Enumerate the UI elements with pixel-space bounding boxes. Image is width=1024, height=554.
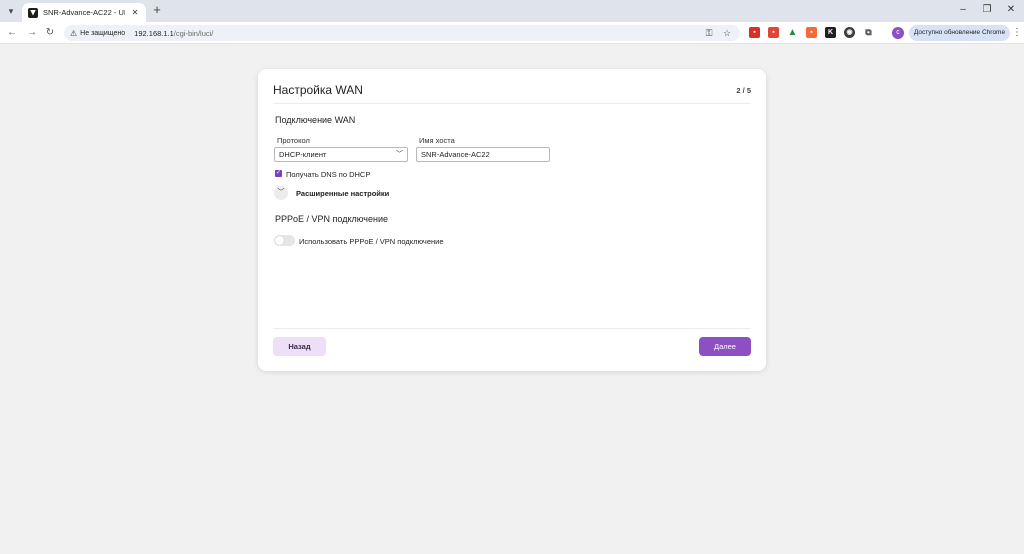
browser-menu-icon[interactable]: ⋮ bbox=[1012, 26, 1022, 40]
footer-divider bbox=[273, 328, 751, 329]
warning-icon[interactable]: ⚠ bbox=[70, 29, 77, 38]
switch-knob bbox=[275, 236, 284, 245]
tab-search-icon[interactable]: ▾ bbox=[4, 4, 18, 18]
header-divider bbox=[273, 103, 751, 104]
browser-tab[interactable]: SNR-Advance-AC22 - UI ✕ bbox=[22, 3, 146, 22]
red-extension-icon[interactable]: ▪ bbox=[768, 27, 779, 38]
password-key-icon[interactable]: ⚿ bbox=[702, 26, 716, 40]
dns-checkbox[interactable]: ✓ bbox=[275, 170, 282, 177]
back-arrow-icon[interactable]: ← bbox=[5, 26, 19, 40]
advanced-settings-toggle[interactable]: Расширенные настройки bbox=[296, 189, 389, 198]
page-title: Настройка WAN bbox=[273, 83, 363, 97]
wan-section-title: Подключение WAN bbox=[275, 115, 356, 125]
hostname-label: Имя хоста bbox=[419, 136, 455, 145]
url-path: /cgi-bin/luci/ bbox=[173, 28, 214, 38]
advanced-chevron-icon[interactable]: ﹀ bbox=[274, 186, 288, 200]
tab-close-icon[interactable]: ✕ bbox=[130, 8, 140, 17]
hostname-input[interactable]: SNR-Advance-AC22 bbox=[416, 147, 550, 162]
forward-arrow-icon[interactable]: → bbox=[25, 26, 39, 40]
new-tab-plus-icon[interactable]: + bbox=[150, 3, 164, 17]
wan-setup-card: Настройка WAN 2 / 5 Подключение WAN Прот… bbox=[258, 69, 766, 371]
reload-icon[interactable]: ↻ bbox=[43, 26, 57, 40]
security-label[interactable]: Не защищено bbox=[80, 30, 125, 37]
url-host: 192.168.1.1 bbox=[134, 28, 174, 38]
shield-extension-icon[interactable]: ◉ bbox=[844, 27, 855, 38]
browser-tab-strip: ▾ SNR-Advance-AC22 - UI ✕ + – ❐ ✕ bbox=[0, 0, 1024, 22]
pdf-extension-icon[interactable]: ▪ bbox=[749, 27, 760, 38]
protocol-select[interactable]: DHCP-клиент ﹀ bbox=[274, 147, 408, 162]
k-extension-icon[interactable]: K bbox=[825, 27, 836, 38]
site-favicon-icon bbox=[28, 7, 38, 18]
step-indicator: 2 / 5 bbox=[736, 86, 751, 95]
bookmark-star-icon[interactable]: ☆ bbox=[720, 26, 734, 40]
protocol-label: Протокол bbox=[277, 136, 310, 145]
orange-extension-icon[interactable]: ▪ bbox=[806, 27, 817, 38]
vpn-toggle-label[interactable]: Использовать PPPoE / VPN подключение bbox=[299, 237, 444, 246]
address-bar[interactable]: ⚠ Не защищено 192.168.1.1/cgi-bin/luci/ … bbox=[64, 25, 740, 41]
vpn-section-title: PPPoE / VPN подключение bbox=[275, 214, 388, 224]
back-button[interactable]: Назад bbox=[273, 337, 326, 356]
browser-toolbar: ← → ↻ ⚠ Не защищено 192.168.1.1/cgi-bin/… bbox=[0, 22, 1024, 44]
dns-checkbox-label[interactable]: Получать DNS по DHCP bbox=[286, 170, 370, 179]
tab-title: SNR-Advance-AC22 - UI bbox=[43, 8, 125, 17]
puzzle-extensions-icon[interactable]: ⧉ bbox=[863, 27, 874, 38]
vpn-toggle-switch[interactable] bbox=[274, 235, 295, 246]
protocol-value: DHCP-клиент bbox=[279, 150, 327, 159]
window-close-icon[interactable]: ✕ bbox=[1004, 3, 1018, 17]
chevron-down-icon: ﹀ bbox=[396, 151, 403, 158]
url-text[interactable]: 192.168.1.1/cgi-bin/luci/ bbox=[134, 29, 213, 38]
profile-avatar[interactable]: c bbox=[892, 27, 904, 39]
chrome-update-button[interactable]: Доступно обновление Chrome bbox=[909, 25, 1010, 41]
next-button[interactable]: Далее bbox=[699, 337, 751, 356]
restore-icon[interactable]: ❐ bbox=[980, 3, 994, 17]
minimize-icon[interactable]: – bbox=[956, 3, 970, 17]
drive-extension-icon[interactable]: ▲ bbox=[787, 27, 798, 38]
